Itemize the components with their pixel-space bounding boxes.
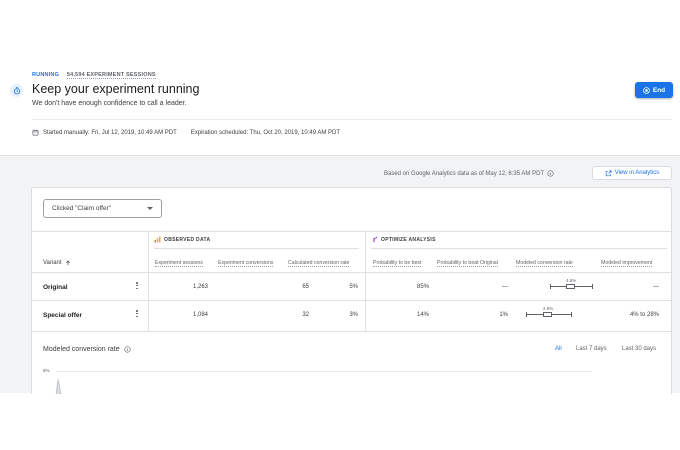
view-in-analytics-button[interactable]: View in Analytics bbox=[592, 166, 672, 180]
range-tab-last-30-days[interactable]: Last 30 days bbox=[622, 346, 656, 352]
col-label: Probability to beat Original bbox=[437, 260, 498, 267]
started-text: Started manually: Fri, Jul 12, 2019, 10:… bbox=[43, 129, 177, 136]
row-divider bbox=[32, 331, 671, 332]
status-row: RUNNING 54,594 EXPERIMENT SESSIONS bbox=[32, 72, 156, 79]
cell-rate: 3% bbox=[349, 312, 358, 318]
observed-data-header: OBSERVED DATA bbox=[154, 236, 210, 243]
cell-conversions: 65 bbox=[302, 284, 309, 290]
optimize-analysis-label: OPTIMIZE ANALYSIS bbox=[381, 236, 436, 243]
schedule-row: Started manually: Fri, Jul 12, 2019, 10:… bbox=[32, 129, 340, 136]
end-button-label: End bbox=[652, 86, 666, 94]
range-tab-all[interactable]: All bbox=[555, 346, 562, 352]
arrow-up-icon bbox=[65, 260, 70, 266]
variant-name: Original bbox=[43, 284, 68, 291]
column-divider bbox=[148, 231, 149, 331]
status-badge: RUNNING bbox=[32, 72, 60, 78]
modeled-chart-title: Modeled conversion rate bbox=[43, 346, 131, 353]
optimize-icon bbox=[373, 236, 378, 243]
col-probability-beat[interactable]: Probability to beat Original bbox=[437, 260, 498, 267]
info-icon[interactable] bbox=[547, 170, 554, 177]
modeled-rate-label: 4.5% bbox=[566, 278, 577, 283]
col-experiment-conversions[interactable]: Experiment conversions bbox=[218, 260, 274, 267]
observed-data-label: OBSERVED DATA bbox=[164, 236, 211, 243]
calendar-icon bbox=[32, 129, 39, 136]
analytics-icon bbox=[154, 236, 161, 243]
report-area: Based on Google Analytics data as of May… bbox=[0, 155, 680, 394]
variant-column-header[interactable]: Variant bbox=[43, 260, 71, 266]
experiment-header: RUNNING 54,594 EXPERIMENT SESSIONS Keep … bbox=[0, 62, 680, 155]
cell-prob-beat: — bbox=[502, 284, 508, 290]
col-calculated-rate[interactable]: Calculated conversion rate bbox=[288, 260, 350, 267]
col-label: Modeled conversion rate bbox=[516, 260, 573, 267]
more-vert-icon[interactable] bbox=[135, 282, 139, 290]
cell-sessions: 1,084 bbox=[192, 312, 208, 318]
modeled-chart-title-text: Modeled conversion rate bbox=[43, 346, 120, 353]
data-freshness-text: Based on Google Analytics data as of May… bbox=[384, 170, 545, 177]
table-divider bbox=[32, 231, 671, 232]
modeled-rate-interval: 4.5% bbox=[550, 278, 593, 290]
cell-prob-best: 14% bbox=[416, 312, 429, 318]
caret-down-icon bbox=[147, 207, 153, 210]
timer-icon bbox=[10, 84, 23, 97]
data-freshness: Based on Google Analytics data as of May… bbox=[384, 170, 554, 177]
column-divider bbox=[365, 231, 366, 331]
cell-improvement: 4% to 28% bbox=[629, 312, 659, 318]
stop-circle-icon bbox=[643, 86, 650, 94]
row-divider bbox=[32, 272, 671, 273]
objective-selected: Clicked "Claim offer" bbox=[52, 205, 112, 212]
chart-gridline bbox=[56, 371, 592, 372]
cell-improvement: — bbox=[653, 284, 659, 290]
objective-dropdown[interactable]: Clicked "Claim offer" bbox=[43, 199, 162, 218]
col-label: Experiment sessions bbox=[155, 260, 203, 267]
col-label: Calculated conversion rate bbox=[288, 260, 350, 267]
view-in-analytics-label: View in Analytics bbox=[614, 170, 660, 176]
chart-series-line bbox=[55, 378, 62, 394]
cell-rate: 5% bbox=[349, 284, 358, 290]
cell-conversions: 32 bbox=[302, 312, 309, 318]
col-label: Probability to be best bbox=[373, 260, 422, 267]
row-divider bbox=[32, 300, 671, 301]
col-probability-best[interactable]: Probability to be best bbox=[373, 260, 422, 267]
open-in-new-icon bbox=[605, 170, 612, 176]
header-divider bbox=[32, 119, 672, 120]
page-subtitle: We don't have enough confidence to call … bbox=[32, 100, 187, 107]
group-underline bbox=[154, 248, 359, 249]
col-label: Modeled improvement bbox=[601, 260, 653, 267]
optimize-analysis-header: OPTIMIZE ANALYSIS bbox=[371, 236, 436, 243]
cell-prob-beat: 1% bbox=[499, 312, 508, 318]
cell-prob-best: 85% bbox=[416, 284, 429, 290]
col-modeled-improvement[interactable]: Modeled improvement bbox=[601, 260, 653, 267]
cell-sessions: 1,263 bbox=[192, 284, 208, 290]
sessions-count[interactable]: 54,594 EXPERIMENT SESSIONS bbox=[66, 72, 156, 79]
group-underline bbox=[371, 248, 667, 249]
results-card: Clicked "Claim offer" OBSERVED DATA OPTI… bbox=[31, 187, 672, 394]
info-icon[interactable] bbox=[124, 346, 131, 353]
more-vert-icon[interactable] bbox=[135, 310, 139, 318]
col-modeled-rate[interactable]: Modeled conversion rate bbox=[516, 260, 573, 267]
expiration-text: Expiration scheduled: Thu, Oct 20, 2019,… bbox=[190, 129, 341, 136]
chart-y-tick: 8% bbox=[43, 368, 50, 373]
range-tab-last-7-days[interactable]: Last 7 days bbox=[576, 346, 607, 352]
end-experiment-button[interactable]: End bbox=[635, 82, 673, 98]
modeled-rate-label: 2.9% bbox=[543, 306, 554, 311]
variant-header-label: Variant bbox=[43, 260, 62, 266]
variant-name: Special offer bbox=[43, 312, 83, 319]
col-experiment-sessions[interactable]: Experiment sessions bbox=[155, 260, 203, 267]
modeled-rate-interval: 2.9% bbox=[526, 306, 572, 318]
col-label: Experiment conversions bbox=[218, 260, 274, 267]
page-title: Keep your experiment running bbox=[32, 82, 200, 96]
